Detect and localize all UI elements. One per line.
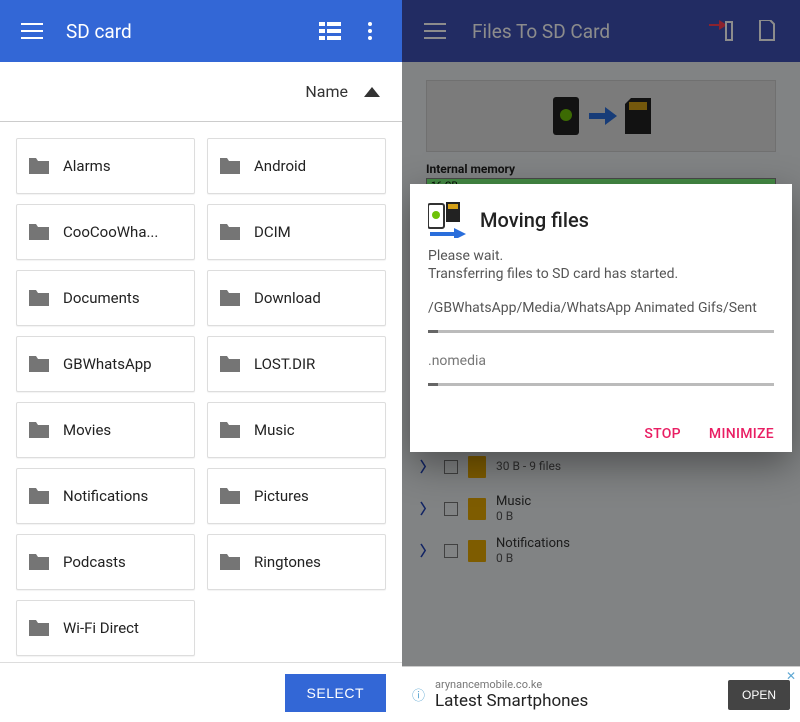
folder-item[interactable]: Wi-Fi Direct (16, 600, 195, 656)
folder-item[interactable]: LOST.DIR (207, 336, 386, 392)
folder-icon (27, 618, 51, 638)
chevron-up-icon (364, 87, 380, 97)
folder-label: LOST.DIR (254, 355, 315, 373)
sort-label: Name (305, 82, 348, 101)
folder-item[interactable]: Download (207, 270, 386, 326)
folder-icon (27, 552, 51, 572)
dialog-line-2: Transferring files to SD card has starte… (428, 266, 774, 282)
folder-icon (218, 288, 242, 308)
hamburger-icon[interactable] (12, 11, 52, 51)
folder-icon (27, 354, 51, 374)
folder-icon (27, 222, 51, 242)
folder-icon (27, 420, 51, 440)
ad-url: arynancemobile.co.ke (435, 678, 588, 691)
stop-button[interactable]: STOP (644, 426, 681, 442)
more-vert-icon[interactable] (350, 11, 390, 51)
folder-icon (27, 486, 51, 506)
folder-item[interactable]: Android (207, 138, 386, 194)
folder-label: Alarms (63, 157, 111, 175)
progress-bar-folder (428, 330, 774, 333)
folder-label: Download (254, 289, 321, 307)
folder-icon (27, 288, 51, 308)
moving-files-dialog: Moving files Please wait. Transferring f… (410, 184, 792, 452)
sort-row[interactable]: Name (0, 62, 402, 122)
folder-item[interactable]: CooCooWha... (16, 204, 195, 260)
folder-icon (218, 354, 242, 374)
dialog-actions: STOP MINIMIZE (428, 426, 774, 442)
folder-item[interactable]: Pictures (207, 468, 386, 524)
ad-choices-icon[interactable]: ⓘ (412, 685, 425, 704)
files-to-sd-pane: Files To SD Card Internal memory 16 GB 〉… (402, 0, 800, 722)
dialog-line-1: Please wait. (428, 248, 774, 264)
folder-label: Podcasts (63, 553, 126, 571)
folder-item[interactable]: Podcasts (16, 534, 195, 590)
ad-banner: ⓘ arynancemobile.co.ke Latest Smartphone… (402, 666, 800, 722)
folder-label: DCIM (254, 223, 291, 241)
folder-label: Wi-Fi Direct (63, 619, 139, 637)
folder-item[interactable]: GBWhatsApp (16, 336, 195, 392)
view-list-icon[interactable] (310, 11, 350, 51)
select-bar: SELECT (0, 662, 402, 722)
ad-open-button[interactable]: OPEN (728, 680, 790, 710)
folder-item[interactable]: DCIM (207, 204, 386, 260)
folder-label: CooCooWha... (63, 223, 158, 241)
dialog-body: Please wait. Transferring files to SD ca… (428, 248, 774, 386)
folder-icon (27, 156, 51, 176)
dialog-title: Moving files (480, 208, 589, 232)
folder-grid: Alarms Android CooCooWha... DCIM Documents Do… (0, 122, 402, 722)
ad-title: Latest Smartphones (435, 691, 588, 711)
select-button[interactable]: SELECT (285, 674, 386, 712)
folder-icon (218, 486, 242, 506)
app-bar: SD card (0, 0, 402, 62)
folder-item[interactable]: Music (207, 402, 386, 458)
folder-label: Documents (63, 289, 140, 307)
folder-item[interactable]: Alarms (16, 138, 195, 194)
page-title: SD card (52, 20, 310, 43)
file-browser-pane: SD card Name Alarms Android CooCooWha... DC… (0, 0, 402, 722)
transfer-filename: .nomedia (428, 353, 774, 369)
dialog-icon (428, 202, 470, 238)
folder-icon (218, 420, 242, 440)
folder-label: GBWhatsApp (63, 355, 152, 373)
progress-bar-file (428, 383, 774, 386)
folder-label: Pictures (254, 487, 309, 505)
folder-label: Android (254, 157, 306, 175)
folder-label: Music (254, 421, 295, 439)
folder-item[interactable]: Movies (16, 402, 195, 458)
folder-icon (218, 222, 242, 242)
folder-label: Movies (63, 421, 111, 439)
folder-icon (218, 552, 242, 572)
minimize-button[interactable]: MINIMIZE (709, 426, 774, 442)
folder-icon (218, 156, 242, 176)
folder-item[interactable]: Notifications (16, 468, 195, 524)
folder-label: Ringtones (254, 553, 321, 571)
folder-label: Notifications (63, 487, 148, 505)
folder-item[interactable]: Documents (16, 270, 195, 326)
transfer-path: /GBWhatsApp/Media/WhatsApp Animated Gifs… (428, 300, 774, 316)
folder-item[interactable]: Ringtones (207, 534, 386, 590)
ad-close-icon[interactable]: ✕ (786, 669, 796, 683)
